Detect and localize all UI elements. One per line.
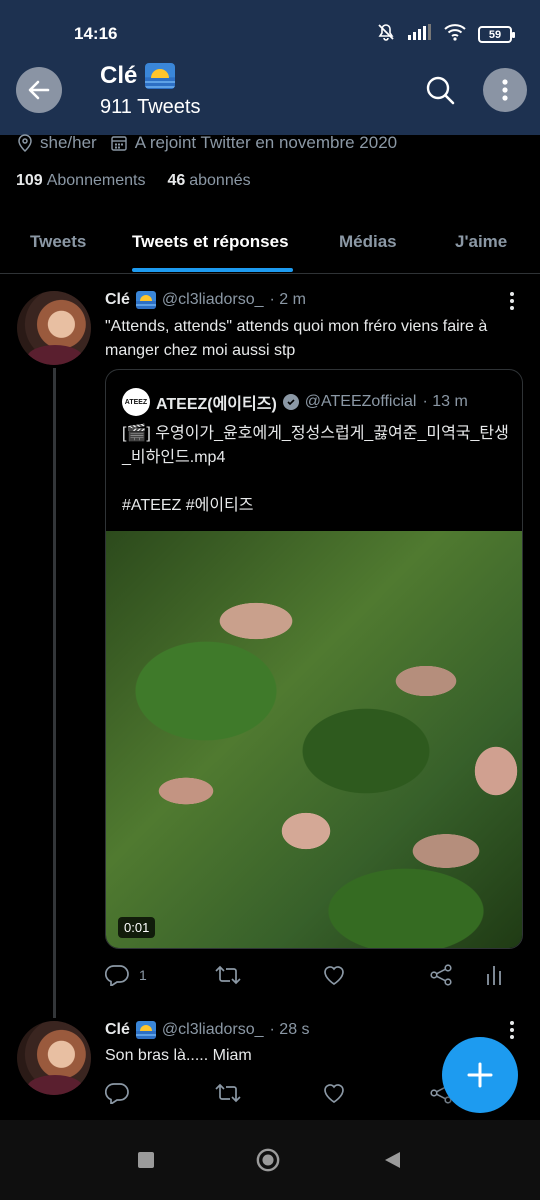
more-options-button[interactable] (483, 68, 527, 112)
battery-icon: 59 (478, 26, 515, 43)
home-button[interactable] (256, 1148, 280, 1172)
tweet-count: 911 Tweets (100, 96, 201, 118)
back-button[interactable] (16, 67, 62, 113)
following-label: Abonnements (46, 172, 146, 189)
video-duration: 0:01 (118, 917, 156, 938)
quoted-caption: [🎬] 우영이가_윤호에게_정성스럽게_끓여준_미역국_탄생_비하인드.mp4 (122, 425, 509, 466)
avatar[interactable] (17, 291, 91, 365)
profile-tabs: Tweets Tweets et réponses Médias J'aime (0, 220, 540, 274)
quoted-tweet[interactable]: ATEEZ ATEEZ(에이티즈) @ATEEZofficial · 13 m … (105, 369, 523, 949)
quoted-handle: @ATEEZofficial (304, 393, 417, 410)
arrow-left-icon (28, 80, 50, 100)
retweet-button[interactable] (215, 964, 241, 986)
tweet-handle[interactable]: @cl3liadorso_ (162, 291, 264, 309)
status-time: 14:16 (74, 24, 118, 43)
reply-button[interactable]: 1 (105, 964, 147, 986)
circle-icon (256, 1148, 280, 1172)
profile-header: 14:16 59 Clé 911 Tweets (0, 0, 540, 135)
profile-name: Clé (100, 62, 176, 90)
like-button[interactable] (322, 964, 346, 986)
tab-tweets-and-replies[interactable]: Tweets et réponses (132, 232, 289, 252)
signal-icon (408, 24, 432, 45)
status-bar: 14:16 59 (0, 0, 540, 66)
quoted-text: [🎬] 우영이가_윤호에게_정성스럽게_끓여준_미역국_탄생_비하인드.mp4 … (122, 422, 514, 518)
plus-icon (467, 1062, 493, 1088)
tweet-more-button[interactable] (502, 289, 522, 313)
tweet-actions: 1 (105, 964, 505, 990)
quoted-tweet-header: ATEEZ ATEEZ(에이티즈) @ATEEZofficial · 13 m (122, 388, 468, 416)
compose-tweet-button[interactable] (442, 1037, 518, 1113)
followers-count: 46 (167, 172, 186, 189)
following-link[interactable]: 109 Abonnements (16, 172, 145, 190)
wifi-icon (444, 23, 466, 46)
ateez-logo: ATEEZ (122, 388, 150, 416)
profile-name-text: Clé (100, 62, 138, 89)
analytics-icon (487, 966, 501, 985)
square-icon (138, 1152, 154, 1168)
reply-icon (105, 965, 129, 986)
following-count: 109 (16, 172, 43, 189)
verified-badge-icon (282, 394, 299, 410)
avatar[interactable] (17, 1021, 91, 1095)
tweet-handle[interactable]: @cl3liadorso_ (162, 1021, 264, 1039)
pronouns: she/her (18, 133, 97, 153)
calendar-icon (111, 136, 127, 151)
thread-line (53, 368, 56, 1018)
heart-icon (324, 1084, 344, 1103)
pronouns-text: she/her (40, 133, 97, 152)
tab-tweets[interactable]: Tweets (30, 232, 86, 252)
tweet-more-button[interactable] (502, 1018, 522, 1042)
share-button[interactable] (429, 964, 453, 986)
joined-date: A rejoint Twitter en novembre 2020 (111, 133, 397, 153)
like-button[interactable] (322, 1082, 346, 1104)
followers-link[interactable]: 46 abonnés (167, 172, 250, 190)
sunrise-emoji-icon (135, 291, 156, 309)
tweet-header: Clé @cl3liadorso_ · 2 m (105, 291, 306, 309)
profile-meta: she/her A rejoint Twitter en novembre 20… (18, 133, 397, 153)
system-nav-bar (0, 1120, 540, 1200)
tab-likes[interactable]: J'aime (455, 232, 507, 252)
search-icon (426, 76, 455, 105)
sunrise-emoji-icon (145, 63, 176, 89)
tweet-time: · 2 m (269, 291, 306, 308)
status-icons: 59 (376, 22, 515, 47)
back-nav-button[interactable] (380, 1148, 404, 1172)
tweet-author-name[interactable]: Clé (105, 1021, 130, 1039)
analytics-button[interactable] (485, 964, 503, 986)
retweet-icon (215, 1083, 241, 1103)
location-pin-icon (18, 134, 32, 152)
quoted-time: · 13 m (422, 393, 468, 410)
tweet-time: · 28 s (269, 1021, 310, 1038)
reply-button[interactable] (105, 1082, 129, 1104)
retweet-button[interactable] (215, 1082, 241, 1104)
tab-media[interactable]: Médias (339, 232, 397, 252)
reply-count: 1 (139, 967, 147, 983)
joined-text: A rejoint Twitter en novembre 2020 (134, 133, 398, 152)
search-button[interactable] (420, 70, 460, 110)
tweet-text: "Attends, attends" attends quoi mon frér… (105, 318, 488, 359)
tweet-header: Clé @cl3liadorso_ · 28 s (105, 1021, 310, 1039)
mute-icon (376, 22, 396, 47)
more-vertical-icon (502, 79, 508, 101)
share-icon (430, 964, 452, 986)
reply-icon (105, 1083, 129, 1104)
triangle-back-icon (385, 1152, 400, 1168)
followers-label: abonnés (189, 172, 251, 189)
heart-icon (324, 966, 344, 985)
quoted-video[interactable]: 0:01 (106, 531, 522, 948)
quoted-hashtags[interactable]: #ATEEZ #에이티즈 (122, 494, 514, 518)
recents-button[interactable] (134, 1148, 158, 1172)
tweet-author-name[interactable]: Clé (105, 291, 130, 309)
sunrise-emoji-icon (135, 1021, 156, 1039)
active-tab-indicator (132, 268, 293, 272)
retweet-icon (215, 965, 241, 985)
quoted-author-name: ATEEZ(에이티즈) (156, 396, 277, 413)
follow-stats: 109 Abonnements 46 abonnés (16, 172, 251, 190)
